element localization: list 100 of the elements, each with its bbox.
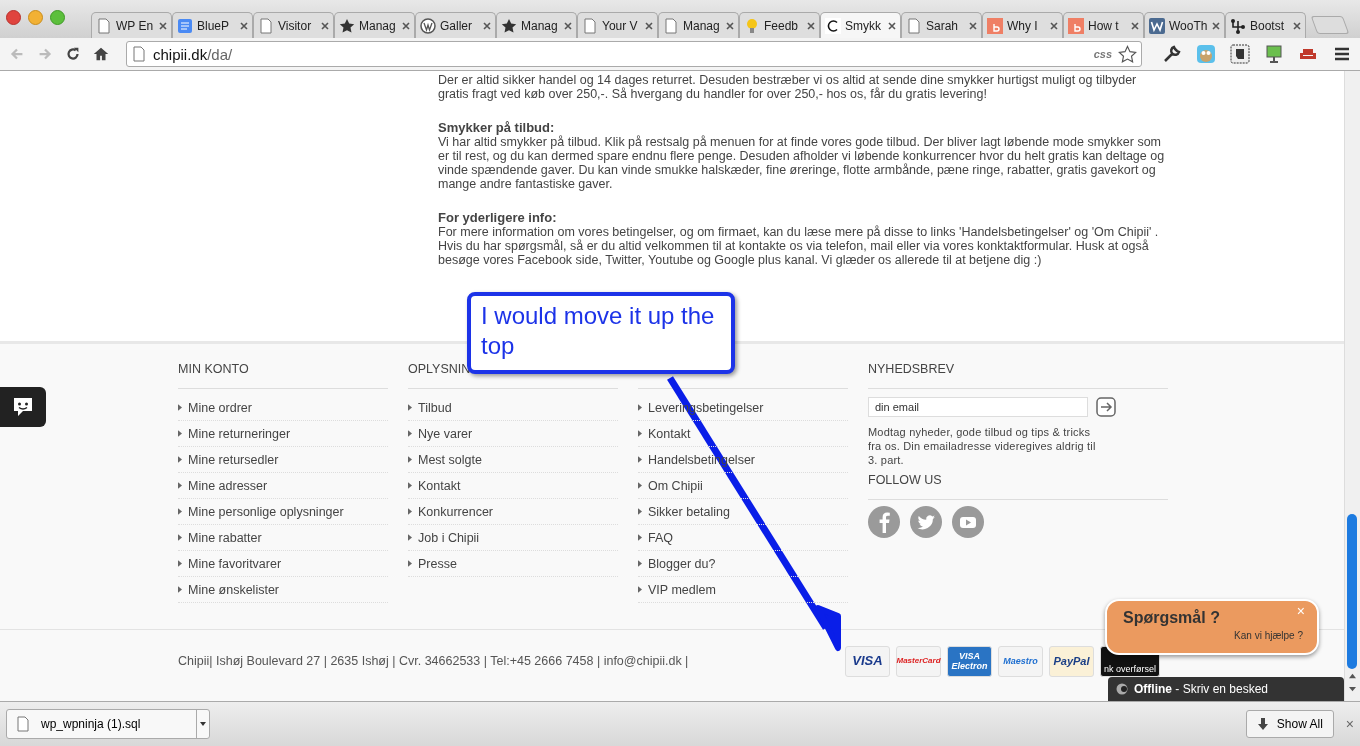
chat-status-bar[interactable]: Offline - Skriv en besked	[1108, 677, 1344, 701]
triangle-bullet-icon	[178, 586, 182, 593]
tab-close-icon[interactable]	[483, 21, 491, 30]
browser-tab[interactable]: Visitor	[253, 12, 334, 38]
footer-link[interactable]: Om Chipii	[648, 478, 703, 493]
triangle-bullet-icon	[178, 560, 182, 567]
footer-link[interactable]: Mest solgte	[418, 452, 482, 467]
tab-close-icon[interactable]	[240, 21, 248, 30]
browser-tab[interactable]: Your V	[577, 12, 658, 38]
download-item[interactable]: wp_wpninja (1).sql	[6, 709, 210, 739]
footer-link[interactable]: Kontakt	[418, 478, 461, 493]
reload-icon[interactable]	[64, 45, 82, 63]
close-window-button[interactable]	[6, 9, 21, 25]
home-icon[interactable]	[92, 45, 110, 63]
feedback-tab-button[interactable]	[0, 387, 46, 427]
browser-tab[interactable]: Manag	[658, 12, 739, 38]
browser-tab[interactable]: Why I	[982, 12, 1063, 38]
c-letter-icon	[825, 17, 841, 34]
payment-card-logo: VISA Electron	[947, 645, 992, 677]
browser-tab[interactable]: Sarah	[901, 12, 982, 38]
column-heading: NYHEDSBREV	[868, 362, 955, 376]
page-icon	[906, 17, 922, 34]
browser-tab[interactable]: How t	[1063, 12, 1144, 38]
tab-close-icon[interactable]	[402, 21, 410, 30]
browser-tab[interactable]: WP En	[91, 12, 172, 38]
triangle-bullet-icon	[178, 482, 182, 489]
footer-link[interactable]: Konkurrencer	[418, 504, 494, 519]
browser-tab[interactable]: Feedb	[739, 12, 820, 38]
footer-link[interactable]: Blogger du?	[648, 556, 716, 571]
browser-tab[interactable]: Galler	[415, 12, 496, 38]
facebook-icon[interactable]	[868, 506, 900, 538]
tab-close-icon[interactable]	[807, 21, 815, 30]
scrollbar-thumb[interactable]	[1347, 514, 1357, 669]
section-heading: Smykker på tilbud:	[438, 121, 556, 135]
address-bar[interactable]: chipii.dk/da/ css	[126, 41, 1142, 67]
tab-close-icon[interactable]	[1293, 21, 1301, 30]
tab-close-icon[interactable]	[1131, 21, 1139, 30]
page-icon	[258, 17, 274, 34]
footer-link[interactable]: FAQ	[648, 530, 673, 545]
lightbulb-icon	[744, 17, 760, 34]
css-extension-label[interactable]: css	[1093, 48, 1112, 60]
footer-link[interactable]: Mine ordrer	[188, 400, 252, 415]
offline-status-icon	[1116, 683, 1128, 695]
tab-close-icon[interactable]	[726, 21, 734, 30]
w-letter-icon	[1149, 17, 1165, 34]
footer-link[interactable]: Sikker betaling	[648, 504, 730, 519]
bookmark-star-icon[interactable]	[1118, 44, 1137, 64]
triangle-bullet-icon	[178, 508, 182, 515]
triangle-bullet-icon	[408, 456, 412, 463]
close-button[interactable]: ×	[1345, 716, 1354, 732]
page-icon	[96, 17, 112, 34]
footer-link[interactable]: Mine retursedler	[188, 452, 279, 467]
footer-link[interactable]: VIP medlem	[648, 582, 716, 597]
browser-tab[interactable]: Bootst	[1225, 12, 1306, 38]
tab-close-icon[interactable]	[888, 21, 896, 30]
triangle-bullet-icon	[178, 456, 182, 463]
show-all-button[interactable]: Show All	[1245, 710, 1334, 738]
browser-tab[interactable]: BlueP	[172, 12, 253, 38]
chat-bubble[interactable]: Spørgsmål ? Kan vi hjælpe ? ×	[1105, 599, 1319, 655]
footer-link[interactable]: Mine adresser	[188, 478, 268, 493]
page-icon	[582, 17, 598, 34]
b-letter-icon	[1068, 17, 1084, 34]
footer-link[interactable]: Mine favoritvarer	[188, 556, 282, 571]
browser-tab[interactable]: WooTh	[1144, 12, 1225, 38]
scroll-down-icon[interactable]	[1348, 686, 1357, 693]
footer-link[interactable]: Mine returneringer	[188, 426, 291, 441]
browser-tab[interactable]: Smykk	[820, 12, 901, 38]
footer-link[interactable]: Nye varer	[418, 426, 473, 441]
tab-close-icon[interactable]	[645, 21, 653, 30]
wrench-icon[interactable]	[1162, 44, 1182, 64]
footer-link[interactable]: Mine ønskelister	[188, 582, 279, 597]
dropdown-caret-icon[interactable]	[196, 710, 209, 738]
email-field[interactable]: din email	[868, 397, 1088, 417]
tab-close-icon[interactable]	[159, 21, 167, 30]
nodes-icon	[1230, 17, 1246, 34]
tab-close-icon[interactable]	[1212, 21, 1220, 30]
b-letter-icon	[987, 17, 1003, 34]
footer-link[interactable]: Mine rabatter	[188, 530, 262, 545]
tab-close-icon[interactable]	[321, 21, 329, 30]
triangle-bullet-icon	[638, 430, 642, 437]
twitter-bird-icon[interactable]	[910, 506, 942, 538]
browser-tab[interactable]: Manag	[496, 12, 577, 38]
youtube-icon[interactable]	[952, 506, 984, 538]
footer-link[interactable]: Kontakt	[648, 426, 691, 441]
tab-close-icon[interactable]	[969, 21, 977, 30]
payment-card-logo: MasterCard	[896, 645, 941, 677]
triangle-bullet-icon	[178, 430, 182, 437]
monitor-icon[interactable]	[1264, 44, 1284, 64]
tab-close-icon[interactable]	[564, 21, 572, 30]
section-paragraph: Vi har altid smykker på tilbud. Klik på restsalg på menuen for at finde vores gode tilbud. Der bliver lagt løbende mode smykker som er til rest, og du kan dermed spare endnu flere penge. Desuden afholder vi løbende konkurrencer hvor du helt gratis kan deltage og vinde spændende gaver. Du kan vinde smukke halskæder, fine øreringe, flotte armbånde, pæne ringe, rabatter, gratis gavekort og mange andre fantastiske gaver.	[438, 135, 1166, 191]
elephant-icon[interactable]	[1230, 44, 1250, 64]
footer-link[interactable]: Job i Chipii	[418, 530, 480, 545]
scroll-up-icon[interactable]	[1348, 672, 1357, 679]
footer-link[interactable]: Mine personlige oplysninger	[188, 504, 344, 519]
browser-tab[interactable]: Manag	[334, 12, 415, 38]
triangle-bullet-icon	[638, 586, 642, 593]
tab-close-icon[interactable]	[1050, 21, 1058, 30]
footer-link[interactable]: Tilbud	[418, 400, 452, 415]
triangle-bullet-icon	[638, 404, 642, 411]
footer-link[interactable]: Presse	[418, 556, 457, 571]
